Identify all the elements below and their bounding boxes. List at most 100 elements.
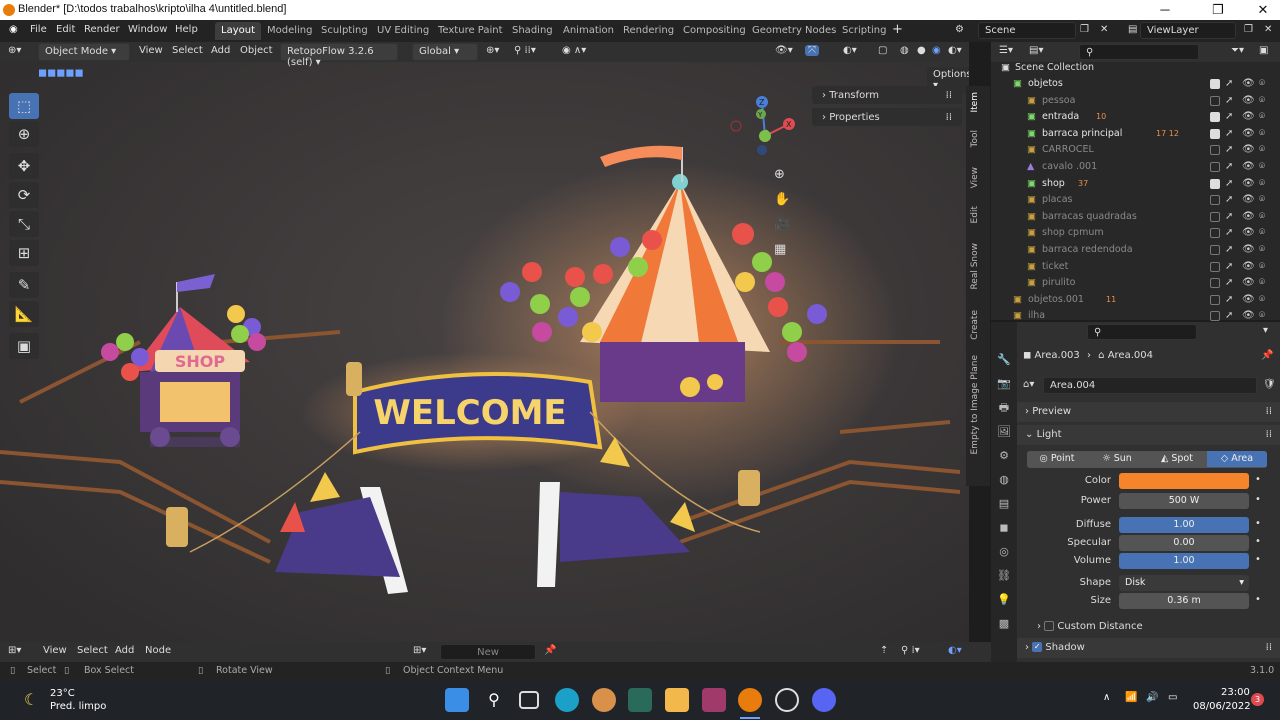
dev-app-icon[interactable]: [628, 688, 652, 712]
outliner-row[interactable]: ▣ placas ➚ 👁 ⌾: [991, 192, 1280, 208]
outliner-search[interactable]: ⚲: [1079, 44, 1199, 60]
rotate-tool[interactable]: ⟳: [9, 182, 39, 208]
wifi-icon[interactable]: 📶: [1125, 692, 1137, 703]
menu-add[interactable]: Add: [211, 45, 230, 56]
collection-tab-icon[interactable]: ▤: [991, 492, 1017, 516]
exclude-checkbox[interactable]: [1210, 294, 1220, 305]
rendered-shading-icon[interactable]: ◐▾: [948, 45, 962, 56]
new-scene-icon[interactable]: ❐: [1080, 24, 1089, 35]
edge-icon[interactable]: [555, 688, 579, 712]
tab-edit[interactable]: Edit: [970, 206, 984, 223]
solid-shading-icon[interactable]: ●: [917, 45, 926, 56]
tab-layout[interactable]: Layout: [215, 22, 261, 40]
delete-scene-icon[interactable]: ✕: [1100, 24, 1108, 35]
display-mode-icon[interactable]: ▤▾: [1029, 45, 1043, 56]
select-arrow-icon[interactable]: ➚: [1225, 259, 1233, 275]
tab-create[interactable]: Create: [970, 310, 984, 340]
select-arrow-icon[interactable]: ➚: [1225, 225, 1233, 241]
visibility-icon[interactable]: 👁▾: [775, 45, 793, 56]
add-workspace-icon[interactable]: +: [892, 22, 903, 37]
exclude-checkbox[interactable]: [1210, 211, 1220, 222]
keyframe-dot-icon[interactable]: •: [1255, 518, 1261, 529]
exclude-checkbox[interactable]: [1210, 195, 1220, 206]
constraints-tab-icon[interactable]: ⛓: [991, 564, 1017, 588]
camera-view-icon[interactable]: 🎥: [774, 212, 790, 237]
scale-tool[interactable]: ⤡: [9, 211, 39, 237]
view-layer-tab-icon[interactable]: 🖼: [991, 420, 1017, 444]
outliner-row[interactable]: ▣ ticket ➚ 👁 ⌾: [991, 259, 1280, 275]
select-arrow-icon[interactable]: ➚: [1225, 242, 1233, 258]
xray-icon[interactable]: ▢: [878, 45, 887, 56]
viewlayer-field[interactable]: ViewLayer: [1140, 22, 1236, 39]
scene-field[interactable]: Scene: [978, 22, 1076, 39]
select-box-tool[interactable]: ⬚: [9, 93, 39, 119]
pin-node-icon[interactable]: 📌: [544, 645, 556, 656]
exclude-checkbox[interactable]: [1210, 261, 1220, 272]
overlay-icon[interactable]: ◐▾: [843, 45, 857, 56]
camera-icon[interactable]: ⌾: [1259, 109, 1265, 125]
bottom-menu-node[interactable]: Node: [145, 645, 171, 656]
camera-icon[interactable]: ⌾: [1259, 192, 1265, 208]
eye-icon[interactable]: 👁: [1242, 109, 1255, 125]
tool-tab-icon[interactable]: 🔧: [991, 348, 1017, 372]
weather-desc[interactable]: Pred. limpo: [50, 701, 106, 712]
scene-tab-icon[interactable]: ⚙: [991, 444, 1017, 468]
clock-date[interactable]: 08/06/2022: [1193, 701, 1251, 712]
exclude-checkbox[interactable]: [1210, 95, 1220, 106]
size-field[interactable]: 0.36 m: [1119, 593, 1249, 609]
camera-app-icon[interactable]: [775, 688, 799, 712]
snap-icon[interactable]: ⚲ ⁞⁞▾: [514, 45, 536, 56]
exclude-checkbox[interactable]: [1210, 112, 1220, 123]
weather-temp[interactable]: 23°C: [50, 688, 75, 699]
outliner-row[interactable]: ▣ CARROCEL ➚ 👁 ⌾: [991, 142, 1280, 158]
property-value-field[interactable]: 1.00: [1119, 553, 1249, 569]
bottom-menu-view[interactable]: View: [43, 645, 67, 656]
blender-menu-icon[interactable]: ◉: [9, 24, 18, 35]
winrar-icon[interactable]: [702, 688, 726, 712]
select-arrow-icon[interactable]: ➚: [1225, 126, 1233, 142]
property-value-field[interactable]: 500 W: [1119, 493, 1249, 509]
menu-file[interactable]: File: [30, 24, 47, 35]
menu-object[interactable]: Object: [240, 45, 273, 56]
bottom-editor-type-icon[interactable]: ⊞▾: [8, 645, 21, 656]
outliner[interactable]: ☰▾ ▤▾ ⚲ ⏷▾ ▣ ▣ Scene Collection ▣ objetos…: [991, 42, 1280, 322]
outliner-row[interactable]: ▣ objetos ➚ 👁 ⌾: [991, 76, 1280, 92]
zoom-icon[interactable]: ⊕: [774, 162, 790, 187]
material-shading-icon[interactable]: ◉: [932, 45, 941, 56]
eye-icon[interactable]: 👁: [1242, 225, 1255, 241]
snap-node-icon[interactable]: ⚲ ⁞▾: [901, 645, 920, 656]
maximize-icon[interactable]: ❐: [1203, 2, 1233, 18]
outliner-row[interactable]: ▣ barraca redendoda ➚ 👁 ⌾: [991, 242, 1280, 258]
editor-type-icon[interactable]: ⊕▾: [8, 45, 21, 56]
eye-icon[interactable]: 👁: [1242, 93, 1255, 109]
select-arrow-icon[interactable]: ➚: [1225, 209, 1233, 225]
tab-modeling[interactable]: Modeling: [261, 22, 319, 40]
eye-icon[interactable]: 👁: [1242, 142, 1255, 158]
camera-icon[interactable]: ⌾: [1259, 159, 1265, 175]
annotate-tool[interactable]: ✎: [9, 272, 39, 298]
exclude-checkbox[interactable]: [1210, 128, 1220, 139]
pivot-icon[interactable]: ⊕▾: [486, 45, 499, 56]
exclude-checkbox[interactable]: [1210, 245, 1220, 255]
custom-distance-row[interactable]: › Custom Distance: [1037, 621, 1143, 632]
bottom-menu-add[interactable]: Add: [115, 645, 134, 656]
outliner-row[interactable]: ▣ pessoa ➚ 👁 ⌾: [991, 93, 1280, 109]
ortho-grid-icon[interactable]: ▦: [774, 237, 790, 262]
transform-panel[interactable]: › Transform ⁞⁞: [812, 86, 962, 104]
physics-tab-icon[interactable]: ◎: [991, 540, 1017, 564]
close-icon[interactable]: ✕: [1248, 2, 1278, 18]
tab-real-snow[interactable]: Real Snow: [970, 243, 984, 290]
camera-icon[interactable]: ⌾: [1259, 142, 1265, 158]
outliner-row[interactable]: ▣ barracas quadradas ➚ 👁 ⌾: [991, 209, 1280, 225]
exclude-checkbox[interactable]: [1210, 228, 1220, 239]
keyframe-dot-icon[interactable]: •: [1255, 536, 1261, 547]
tab-view[interactable]: View: [970, 167, 984, 188]
new-node-tree-button[interactable]: New: [440, 644, 536, 660]
select-arrow-icon[interactable]: ➚: [1225, 93, 1233, 109]
light-type-area[interactable]: ◇ Area: [1207, 451, 1267, 467]
proportional-edit-icon[interactable]: ◉ ∧▾: [562, 45, 586, 56]
camera-icon[interactable]: ⌾: [1259, 225, 1265, 241]
wireframe-shading-icon[interactable]: ◍: [900, 45, 909, 56]
menu-render[interactable]: Render: [84, 24, 120, 35]
property-value-field[interactable]: 0.00: [1119, 535, 1249, 551]
